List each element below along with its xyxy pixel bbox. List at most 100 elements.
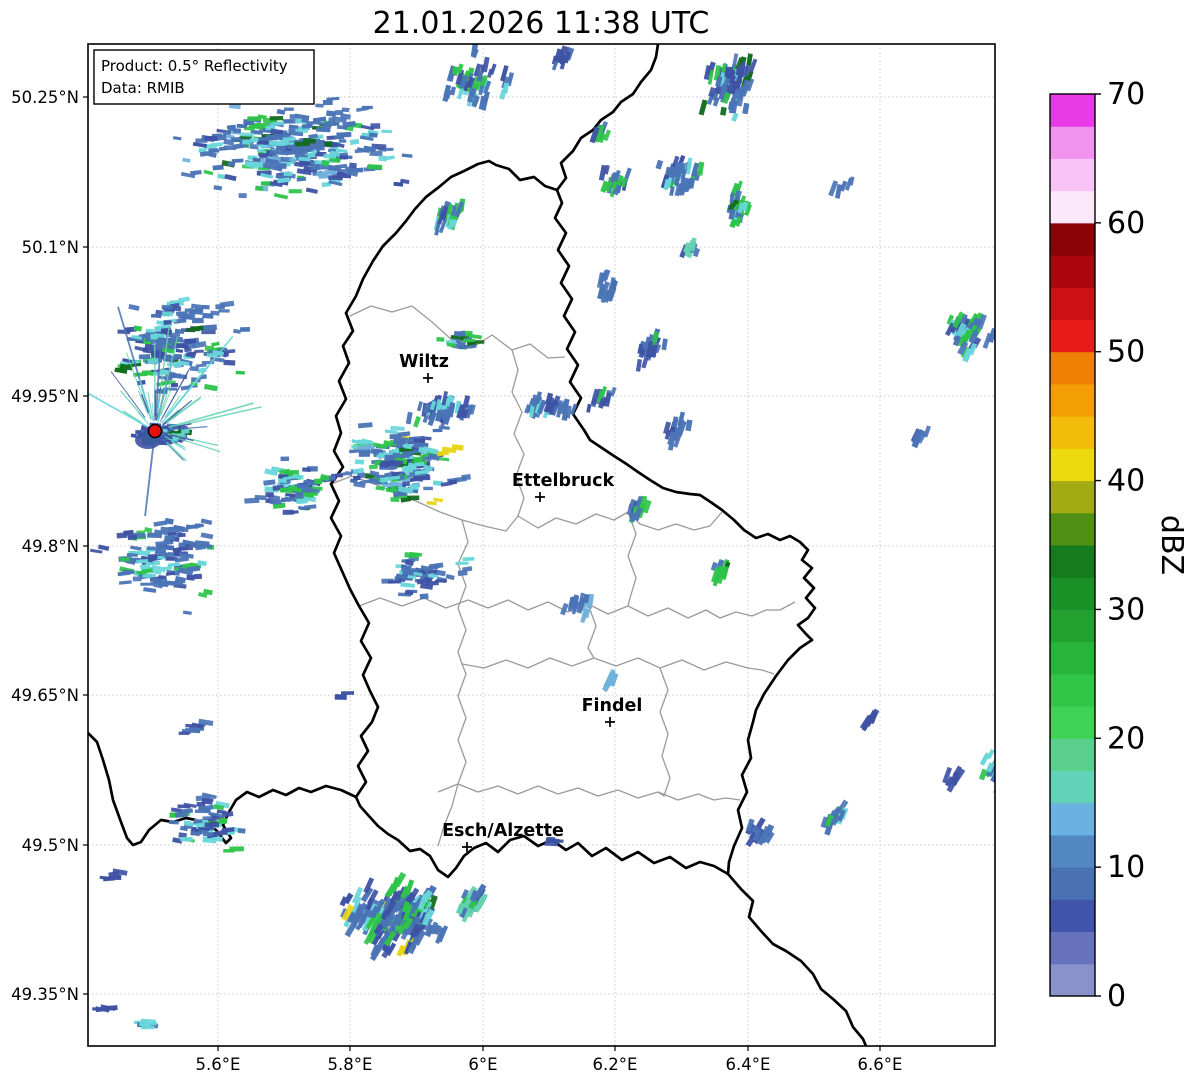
radar-echo — [163, 553, 175, 557]
radar-echo — [219, 818, 227, 823]
radar-echo — [381, 130, 392, 134]
radar-echo — [300, 161, 310, 166]
radar-echo — [156, 544, 165, 549]
radar-echo — [265, 492, 273, 497]
radar-echo — [423, 487, 433, 490]
radar-echo — [147, 358, 158, 364]
colorbar-segment — [1050, 191, 1095, 224]
radar-echo — [232, 159, 244, 163]
radar-echo — [353, 475, 361, 480]
radar-echo — [257, 141, 268, 145]
colorbar-segment — [1050, 964, 1095, 997]
radar-site-layer — [149, 425, 162, 438]
colorbar-segment — [1050, 899, 1095, 932]
radar-echo — [362, 106, 373, 109]
radar-echo — [203, 832, 213, 836]
radar-echo — [249, 161, 263, 167]
radar-echo — [339, 139, 346, 143]
radar-echo — [402, 481, 410, 486]
radar-site-dot — [149, 425, 162, 438]
radar-echo — [271, 499, 282, 504]
x-tick-label: 6°E — [468, 1055, 497, 1074]
radar-echo — [192, 318, 204, 323]
radar-echo — [281, 456, 290, 461]
colorbar-segment — [1050, 932, 1095, 965]
radar-echo — [402, 451, 411, 456]
radar-echo — [324, 170, 334, 175]
plot-title: 21.01.2026 11:38 UTC — [373, 6, 710, 41]
radar-echo — [250, 138, 258, 142]
radar-echo — [283, 137, 296, 141]
radar-echo — [389, 460, 403, 464]
radar-echo — [261, 181, 271, 185]
colorbar-segment — [1050, 577, 1095, 610]
radar-echo — [120, 557, 130, 561]
radar-echo — [461, 474, 471, 480]
radar-echo — [289, 486, 299, 491]
radar-echo — [210, 311, 219, 316]
radar-echo — [424, 577, 432, 582]
radar-echo — [302, 467, 311, 472]
radar-echo — [158, 575, 166, 579]
colorbar-segment — [1050, 320, 1095, 353]
radar-echo — [257, 149, 264, 152]
radar-echo — [356, 168, 363, 172]
radar-echo — [388, 580, 402, 583]
radar-echo — [365, 444, 375, 448]
radar-echo — [139, 354, 151, 359]
radar-echo — [162, 311, 173, 316]
radar-echo — [315, 103, 323, 107]
radar-echo — [179, 732, 190, 735]
radar-echo — [368, 164, 383, 170]
radar-echo — [433, 429, 443, 433]
colorbar-segment — [1050, 255, 1095, 288]
colorbar-segment — [1050, 126, 1095, 159]
colorbar-tick-label: 10 — [1107, 850, 1145, 885]
radar-echo — [308, 153, 316, 158]
radar-echo — [321, 126, 330, 132]
colorbar-tick-label: 60 — [1107, 206, 1145, 241]
colorbar-segment — [1050, 835, 1095, 868]
colorbar-segment — [1050, 803, 1095, 836]
radar-echo — [255, 495, 266, 500]
y-tick-label: 50.25°N — [11, 88, 79, 107]
radar-echo — [231, 137, 241, 142]
radar-echo — [409, 484, 418, 489]
radar-echo — [185, 308, 194, 312]
colorbar-segment — [1050, 513, 1095, 546]
radar-echo — [146, 372, 153, 376]
colorbar-segment — [1050, 545, 1095, 578]
radar-echo — [240, 132, 253, 137]
y-tick-label: 50.1°N — [22, 238, 79, 257]
radar-echo — [240, 327, 250, 332]
radar-echo — [171, 383, 178, 387]
y-tick-label: 49.35°N — [11, 985, 79, 1004]
radar-echo — [455, 562, 468, 565]
colorbar-segment — [1050, 706, 1095, 739]
radar-echo — [205, 822, 219, 827]
radar-echo — [236, 371, 245, 375]
radar-echo — [176, 311, 188, 316]
radar-echo — [420, 593, 429, 599]
radar-echo — [223, 360, 235, 366]
radar-echo — [403, 465, 416, 470]
radar-echo — [307, 121, 319, 125]
product-info-box: Product: 0.5° Reflectivity Data: RMIB — [94, 50, 314, 104]
colorbar-segment — [1050, 223, 1095, 256]
radar-echo — [177, 533, 185, 537]
data-source-line: Data: RMIB — [101, 79, 185, 97]
radar-echo — [277, 163, 287, 169]
colorbar-segment — [1050, 771, 1095, 804]
colorbar-tick-label: 70 — [1107, 77, 1145, 112]
radar-echo — [435, 579, 447, 582]
city-label: Findel — [582, 696, 643, 716]
x-tick-label: 5.6°E — [196, 1055, 241, 1074]
radar-echo — [274, 134, 285, 138]
colorbar-tick-label: 0 — [1107, 979, 1126, 1014]
radar-echo — [218, 309, 229, 313]
radar-echo — [337, 132, 352, 138]
radar-echo — [180, 837, 192, 842]
radar-echo — [186, 574, 195, 580]
radar-echo — [276, 146, 286, 152]
radar-echo — [127, 553, 138, 557]
